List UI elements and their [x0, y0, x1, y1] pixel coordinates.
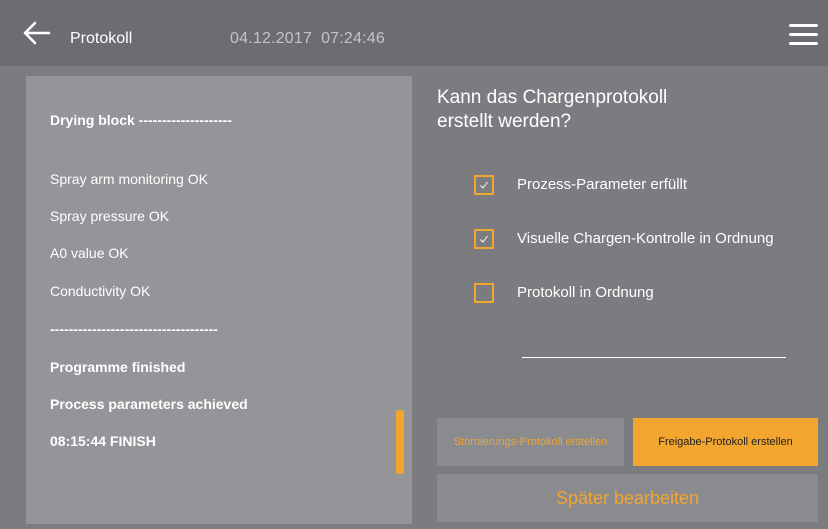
log-line: Conductivity OK [50, 283, 151, 299]
checkbox-checked[interactable] [474, 229, 494, 249]
log-line: Programme finished [50, 359, 186, 375]
create-cancellation-protocol-button[interactable]: Stornierungs-Protokoll erstellen [437, 418, 624, 466]
top-bar: Protokoll 04.12.2017 07:24:46 [0, 0, 828, 66]
checkmark-icon [480, 181, 488, 189]
log-line: Process parameters achieved [50, 396, 248, 412]
question-line-1: Kann das Chargenprotokoll [437, 87, 668, 108]
log-line: 08:15:44 FINISH [50, 433, 156, 449]
hamburger-menu-icon[interactable] [789, 24, 819, 46]
create-release-protocol-button[interactable]: Freigabe-Protokoll erstellen [633, 418, 818, 466]
log-line: Spray pressure OK [50, 208, 170, 224]
check-label: Protokoll in Ordnung [517, 284, 654, 301]
time-text: 07:24:46 [321, 30, 385, 47]
log-line: A0 value OK [50, 245, 129, 261]
checkmark-icon [480, 235, 488, 243]
date-time-display: 04.12.2017 07:24:46 [230, 30, 385, 48]
check-label: Prozess-Parameter erfüllt [517, 176, 688, 193]
check-label: Visuelle Chargen-Kontrolle in Ordnung [517, 230, 774, 247]
checkbox-checked[interactable] [474, 175, 494, 195]
page-title: Protokoll [70, 30, 133, 47]
scrollbar-thumb[interactable] [396, 410, 404, 474]
signature-line [522, 357, 786, 358]
question-line-2: erstellt werden? [437, 111, 572, 132]
dialog-question: Kann das Chargenprotokoll erstellt werde… [437, 86, 757, 134]
log-line: Spray arm monitoring OK [50, 171, 208, 187]
edit-later-button[interactable]: Später bearbeiten [437, 474, 818, 522]
arrow-left-icon[interactable] [22, 21, 52, 45]
date-text: 04.12.2017 [230, 30, 313, 47]
log-line: Drying block -------------------- [50, 112, 232, 128]
protocol-log-panel[interactable]: Drying block -------------------- Spray … [26, 76, 412, 524]
checkbox-unchecked[interactable] [474, 283, 494, 303]
log-line: ------------------------------------ [50, 321, 218, 337]
